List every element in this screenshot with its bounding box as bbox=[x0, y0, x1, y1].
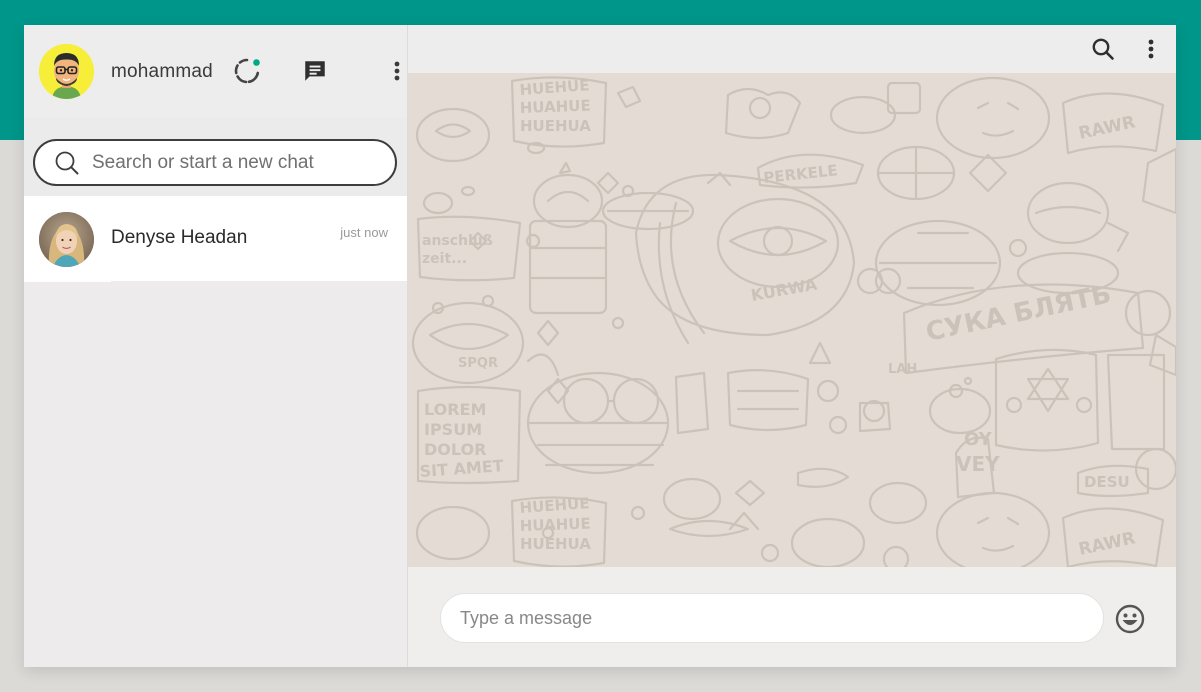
status-icon[interactable] bbox=[230, 55, 264, 87]
wallpaper-text: KURWA bbox=[749, 275, 819, 305]
message-composer bbox=[408, 567, 1176, 667]
wallpaper-text: OY bbox=[964, 429, 993, 450]
wallpaper-text: LAH bbox=[888, 362, 917, 377]
search-icon[interactable] bbox=[1090, 36, 1116, 62]
wallpaper-text: RAWR bbox=[1077, 112, 1137, 143]
sidebar-header: mohammad bbox=[24, 25, 407, 117]
app-window: mohammad Search or start a new chat Deny… bbox=[24, 25, 1176, 667]
more-vert-icon[interactable] bbox=[386, 55, 408, 87]
wallpaper-text: zeit... bbox=[422, 251, 467, 267]
chat-timestamp: just now bbox=[340, 225, 388, 240]
wallpaper-text: VEY bbox=[956, 452, 1000, 476]
conversation-header bbox=[408, 25, 1176, 73]
chat-wallpaper: HUEHUE HUAHUE HUEHUA PERKELE RAWR anschl… bbox=[408, 73, 1176, 567]
wallpaper-text: SPQR bbox=[458, 356, 498, 371]
user-avatar[interactable] bbox=[39, 44, 94, 99]
contact-name: Denyse Headan bbox=[111, 227, 248, 248]
wallpaper-text: DESU bbox=[1084, 473, 1130, 491]
wallpaper-text: anschluß bbox=[422, 233, 493, 249]
search-bar bbox=[24, 117, 407, 196]
wallpaper-text: HUAHUE bbox=[520, 515, 591, 535]
chat-list-item[interactable]: Denyse Headan just now bbox=[24, 196, 407, 282]
username: mohammad bbox=[111, 61, 213, 82]
wallpaper-text: HUEHUA bbox=[520, 117, 591, 135]
wallpaper-text: СУКА БЛЯТЬ bbox=[923, 279, 1114, 348]
avatar-icon bbox=[39, 44, 94, 99]
wallpaper-text: SIT AMET bbox=[419, 456, 504, 481]
wallpaper-text: HUAHUE bbox=[520, 97, 591, 117]
new-chat-icon[interactable] bbox=[299, 55, 331, 87]
wallpaper-text: IPSUM bbox=[424, 420, 482, 439]
search-box[interactable] bbox=[33, 139, 397, 186]
more-vert-icon[interactable] bbox=[1141, 34, 1161, 64]
wallpaper-text: PERKELE bbox=[763, 161, 839, 187]
message-box[interactable] bbox=[440, 593, 1104, 643]
message-input[interactable] bbox=[460, 607, 1080, 629]
wallpaper-text: LOREM bbox=[424, 400, 486, 419]
wallpaper-text: HUEHUE bbox=[519, 494, 590, 517]
search-input[interactable] bbox=[92, 151, 382, 174]
search-icon bbox=[54, 150, 80, 176]
emoji-icon[interactable] bbox=[1114, 603, 1146, 635]
chat-list: Denyse Headan just now bbox=[24, 196, 407, 282]
doodle-wallpaper: HUEHUE HUAHUE HUEHUA PERKELE RAWR anschl… bbox=[411, 76, 1176, 567]
contact-photo bbox=[39, 212, 94, 267]
conversation-panel: HUEHUE HUAHUE HUEHUA PERKELE RAWR anschl… bbox=[408, 25, 1176, 667]
wallpaper-text: HUEHUA bbox=[520, 535, 591, 553]
sidebar: mohammad Search or start a new chat Deny… bbox=[24, 25, 408, 667]
wallpaper-text: HUEHUE bbox=[519, 76, 590, 99]
wallpaper-text: DOLOR bbox=[424, 440, 486, 459]
wallpaper-text: RAWR bbox=[1077, 528, 1137, 559]
contact-avatar bbox=[39, 212, 94, 267]
